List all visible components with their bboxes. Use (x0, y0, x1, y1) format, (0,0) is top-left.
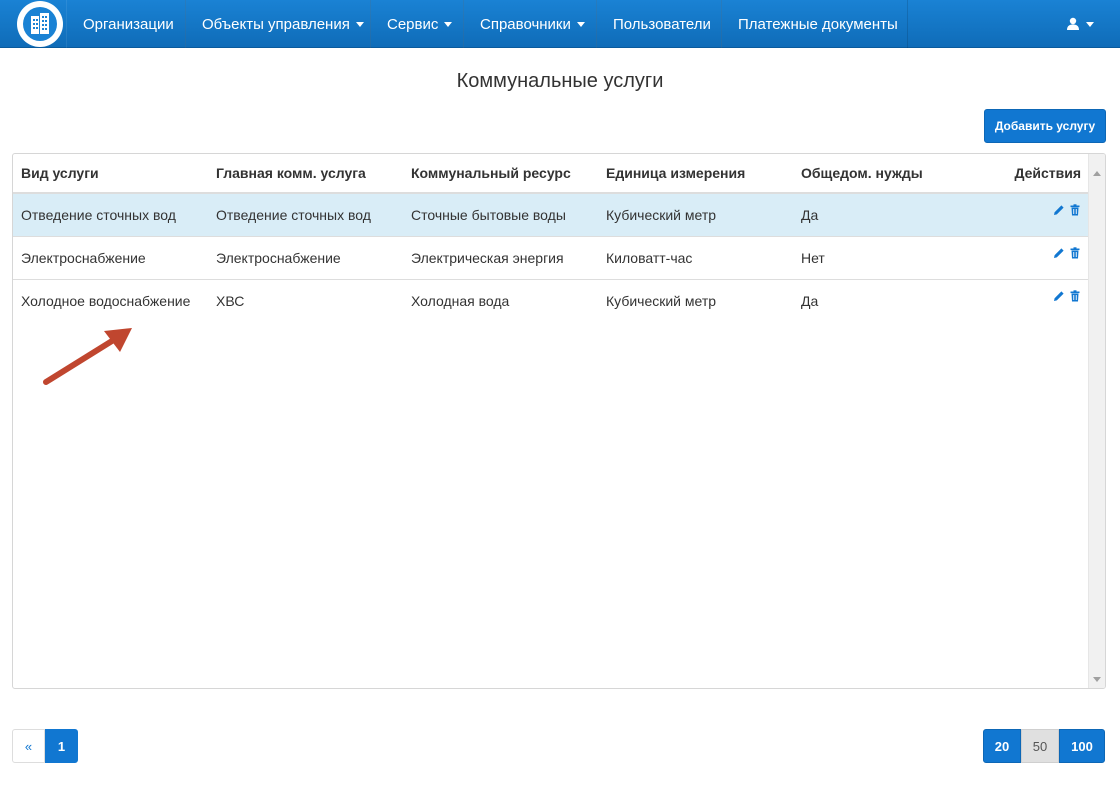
nav-users-label: Пользователи (613, 15, 711, 33)
buildings-icon (23, 7, 57, 41)
column-header-common-needs[interactable]: Общедом. нужды (801, 154, 923, 192)
cell-main-service: Отведение сточных вод (216, 207, 371, 223)
page-size-50-button[interactable]: 50 (1021, 729, 1059, 763)
pagination: « 1 (12, 729, 78, 763)
annotation-arrow-icon (43, 328, 132, 385)
cell-common-needs: Да (801, 293, 819, 309)
cell-resource: Холодная вода (411, 293, 510, 309)
nav-references[interactable]: Справочники (463, 0, 597, 48)
nav-management-objects-label: Объекты управления (202, 15, 350, 33)
cell-service-type: Отведение сточных вод (21, 207, 176, 223)
page-size-20-button[interactable]: 20 (983, 729, 1021, 763)
vertical-scrollbar[interactable] (1088, 154, 1105, 688)
table-row[interactable]: Холодное водоснабжение ХВС Холодная вода… (13, 280, 1089, 323)
top-navbar: Организации Объекты управления Сервис Сп… (0, 0, 1120, 48)
cell-unit: Кубический метр (606, 207, 717, 223)
cell-service-type: Холодное водоснабжение (21, 293, 191, 309)
nav-service-label: Сервис (387, 15, 439, 33)
page-size-selector: 20 50 100 (983, 729, 1105, 763)
cell-main-service: ХВС (216, 293, 245, 309)
column-header-unit[interactable]: Единица измерения (606, 154, 745, 192)
nav-management-objects[interactable]: Объекты управления (185, 0, 371, 48)
cell-service-type: Электроснабжение (21, 250, 146, 266)
pagination-prev-button[interactable]: « (12, 729, 45, 763)
pagination-page-1[interactable]: 1 (45, 729, 78, 763)
caret-down-icon (444, 21, 453, 27)
nav-users[interactable]: Пользователи (596, 0, 722, 48)
pencil-icon[interactable] (1053, 204, 1065, 216)
cell-resource: Сточные бытовые воды (411, 207, 566, 223)
cell-unit: Киловатт-час (606, 250, 693, 266)
scroll-up-arrow-icon[interactable] (1093, 171, 1101, 176)
nav-organizations-label: Организации (83, 15, 174, 33)
cell-common-needs: Да (801, 207, 819, 223)
column-header-service-type[interactable]: Вид услуги (21, 154, 99, 192)
page-size-100-button[interactable]: 100 (1059, 729, 1105, 763)
scroll-down-arrow-icon[interactable] (1093, 677, 1101, 682)
row-actions (1053, 290, 1081, 302)
page-title: Коммунальные услуги (456, 70, 664, 92)
column-header-actions: Действия (1014, 165, 1081, 181)
user-menu[interactable] (1050, 0, 1110, 48)
cell-common-needs: Нет (801, 250, 825, 266)
cell-main-service: Электроснабжение (216, 250, 341, 266)
column-header-main-service[interactable]: Главная комм. услуга (216, 154, 366, 192)
row-actions (1053, 204, 1081, 216)
nav-service[interactable]: Сервис (370, 0, 464, 48)
column-header-resource[interactable]: Коммунальный ресурс (411, 154, 571, 192)
app-logo[interactable] (17, 1, 63, 47)
pencil-icon[interactable] (1053, 247, 1065, 259)
pencil-icon[interactable] (1053, 290, 1065, 302)
nav-organizations[interactable]: Организации (66, 0, 186, 48)
caret-down-icon (1086, 21, 1094, 27)
add-service-button[interactable]: Добавить услугу (984, 109, 1106, 143)
table-header: Вид услуги Главная комм. услуга Коммунал… (13, 154, 1089, 194)
nav-payment-documents[interactable]: Платежные документы (721, 0, 908, 48)
nav-payment-documents-label: Платежные документы (738, 15, 898, 33)
caret-down-icon (576, 21, 585, 27)
trash-icon[interactable] (1069, 247, 1081, 259)
services-table: Вид услуги Главная комм. услуга Коммунал… (12, 153, 1106, 689)
user-icon (1067, 17, 1079, 30)
nav-references-label: Справочники (480, 15, 571, 33)
cell-unit: Кубический метр (606, 293, 717, 309)
table-row[interactable]: Отведение сточных вод Отведение сточных … (13, 194, 1089, 237)
caret-down-icon (355, 21, 364, 27)
row-actions (1053, 247, 1081, 259)
cell-resource: Электрическая энергия (411, 250, 564, 266)
trash-icon[interactable] (1069, 290, 1081, 302)
table-row[interactable]: Электроснабжение Электроснабжение Электр… (13, 237, 1089, 280)
trash-icon[interactable] (1069, 204, 1081, 216)
